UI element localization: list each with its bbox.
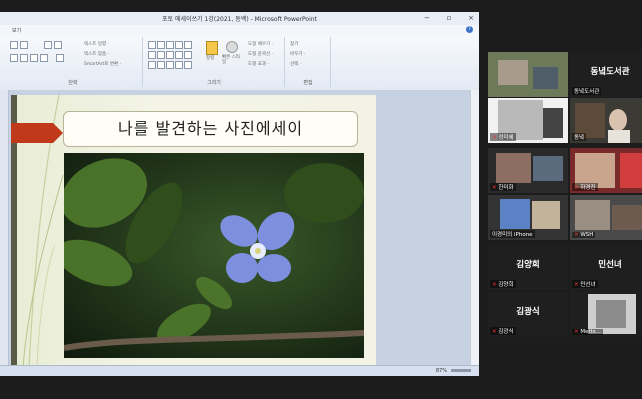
participant-display-name: 김양희	[516, 260, 540, 270]
align-center-icon[interactable]	[20, 54, 28, 62]
smartart-button[interactable]: SmartArt로 변환 ·	[84, 61, 121, 67]
shape-icon[interactable]	[157, 41, 165, 49]
zoom-slider[interactable]	[451, 369, 471, 372]
ribbon-group-drawing: 정렬 빠른 스타일 도형 채우기 · 도형 윤곽선 · 도형 효과 · 그리기	[144, 37, 285, 87]
participant-tile[interactable]: ✕ Metts...	[570, 292, 642, 337]
shape-icon[interactable]	[184, 41, 192, 49]
ribbon: 텍스트 방향 · 텍스트 맞춤 · SmartArt로 변환 · 단락 정렬 빠…	[0, 35, 479, 91]
shape-icon[interactable]	[175, 61, 183, 69]
indent-icon[interactable]	[44, 41, 52, 49]
align-right-icon[interactable]	[30, 54, 38, 62]
participant-display-name: 김광식	[516, 307, 540, 317]
tab-view[interactable]: 보기	[12, 27, 21, 34]
shape-icon[interactable]	[166, 61, 174, 69]
mic-muted-icon: ✕	[492, 329, 497, 335]
mic-muted-icon: ✕	[492, 282, 497, 288]
shape-icon[interactable]	[148, 41, 156, 49]
slide[interactable]: 나를 발견하는 사진에세이	[11, 95, 376, 367]
slide-pane: 나를 발견하는 사진에세이	[0, 90, 479, 376]
shape-effect-button[interactable]: 도형 효과 ·	[248, 61, 269, 67]
participant-name: 이경미의 iPhone	[490, 230, 535, 238]
ribbon-group-paragraph: 텍스트 방향 · 텍스트 맞춤 · SmartArt로 변환 · 단락	[4, 37, 143, 87]
mic-muted-icon: ✕	[492, 185, 497, 191]
minimize-button[interactable]: −	[423, 14, 431, 22]
title-bar: 포토 에세이쓰기 1강(2021, 동백) - Microsoft PowerP…	[0, 12, 479, 25]
participant-name: ✕ 정미혜	[490, 133, 516, 141]
bullets-icon[interactable]	[10, 41, 18, 49]
group-label-editing: 편집	[303, 80, 313, 86]
video-feed	[488, 52, 568, 97]
menu-bar: 보기 ?	[0, 25, 479, 35]
participant-tile[interactable]: 김광식 ✕ 김광식	[488, 292, 568, 337]
title-arrow-icon	[11, 123, 63, 143]
shape-icon[interactable]	[166, 41, 174, 49]
participant-display-name: 동녘도서관	[590, 67, 630, 77]
participant-tile[interactable]: 이경미의 iPhone	[488, 195, 568, 240]
columns-icon[interactable]	[56, 54, 64, 62]
participant-name: ✕ 하경진	[572, 183, 598, 191]
participant-tile[interactable]: ✕ WSH	[570, 195, 642, 240]
participant-name: ✕ 김광식	[490, 327, 516, 335]
participant-name: ✕ 민선녀	[572, 280, 598, 288]
participant-name: ✕ Metts...	[572, 329, 603, 335]
participant-name: 동녘	[572, 133, 587, 141]
close-button[interactable]: ×	[467, 14, 475, 22]
participant-tile[interactable]: 김양희 ✕ 김양희	[488, 245, 568, 290]
powerpoint-window: 포토 에세이쓰기 1강(2021, 동백) - Microsoft PowerP…	[0, 12, 479, 376]
text-align-button[interactable]: 텍스트 맞춤 ·	[84, 51, 109, 57]
mic-muted-icon: ✕	[492, 135, 497, 141]
shape-icon[interactable]	[157, 61, 165, 69]
participant-display-name: 민선녀	[598, 260, 622, 270]
mic-muted-icon: ✕	[574, 282, 579, 288]
participant-tile[interactable]: 동녘도서관 동녘도서관	[570, 52, 642, 97]
participant-tile[interactable]: 민선녀 ✕ 민선녀	[570, 245, 642, 290]
participant-name: ✕ WSH	[572, 232, 596, 238]
replace-button[interactable]: 바꾸기 ·	[290, 51, 305, 57]
vertical-scrollbar[interactable]	[470, 90, 479, 368]
shape-icon[interactable]	[148, 61, 156, 69]
line-spacing-icon[interactable]	[54, 41, 62, 49]
shape-icon[interactable]	[184, 51, 192, 59]
shape-icon[interactable]	[175, 41, 183, 49]
participant-name: 동녘도서관	[572, 87, 602, 95]
mic-muted-icon: ✕	[574, 329, 579, 335]
participant-name: ✕ 김양희	[490, 280, 516, 288]
participant-name: ✕ 한미화	[490, 183, 516, 191]
shape-outline-button[interactable]: 도형 윤곽선 ·	[248, 51, 273, 57]
slide-title[interactable]: 나를 발견하는 사진에세이	[63, 111, 358, 147]
mic-muted-icon: ✕	[574, 232, 579, 238]
group-label-paragraph: 단락	[68, 80, 78, 86]
text-direction-button[interactable]: 텍스트 방향 ·	[84, 41, 109, 47]
numbering-icon[interactable]	[20, 41, 28, 49]
arrange-icon[interactable]	[206, 41, 218, 55]
participant-tile[interactable]: ✕ 하경진	[570, 148, 642, 193]
zoom-level[interactable]: 87%	[436, 368, 447, 374]
select-button[interactable]: 선택 ·	[290, 61, 301, 67]
shape-icon[interactable]	[175, 51, 183, 59]
participant-tile[interactable]: ✕ 정미혜	[488, 98, 568, 143]
participant-tile-active[interactable]: 동녘	[570, 98, 642, 143]
help-icon[interactable]: ?	[466, 26, 473, 33]
shape-icon[interactable]	[184, 61, 192, 69]
shape-icon[interactable]	[166, 51, 174, 59]
window-title: 포토 에세이쓰기 1강(2021, 동백) - Microsoft PowerP…	[162, 16, 317, 23]
arrange-button[interactable]: 정렬	[206, 55, 214, 61]
participant-tile[interactable]	[488, 52, 568, 97]
align-left-icon[interactable]	[10, 54, 18, 62]
status-bar: 87%	[0, 365, 479, 376]
maximize-button[interactable]: ▫	[445, 14, 453, 22]
ribbon-group-editing: 찾기 바꾸기 · 선택 · 편집	[286, 37, 331, 87]
shape-fill-button[interactable]: 도형 채우기 ·	[248, 41, 273, 47]
justify-icon[interactable]	[40, 54, 48, 62]
quick-style-icon[interactable]	[226, 41, 238, 53]
shape-icon[interactable]	[157, 51, 165, 59]
thumbnail-strip[interactable]	[0, 90, 9, 368]
mic-muted-icon: ✕	[574, 185, 579, 191]
quick-style-button[interactable]: 빠른 스타일	[222, 55, 242, 65]
participant-tile[interactable]: ✕ 한미화	[488, 148, 568, 193]
shape-icon[interactable]	[148, 51, 156, 59]
group-label-drawing: 그리기	[207, 80, 221, 86]
flower-photo[interactable]	[64, 153, 364, 358]
find-button[interactable]: 찾기	[290, 41, 298, 47]
